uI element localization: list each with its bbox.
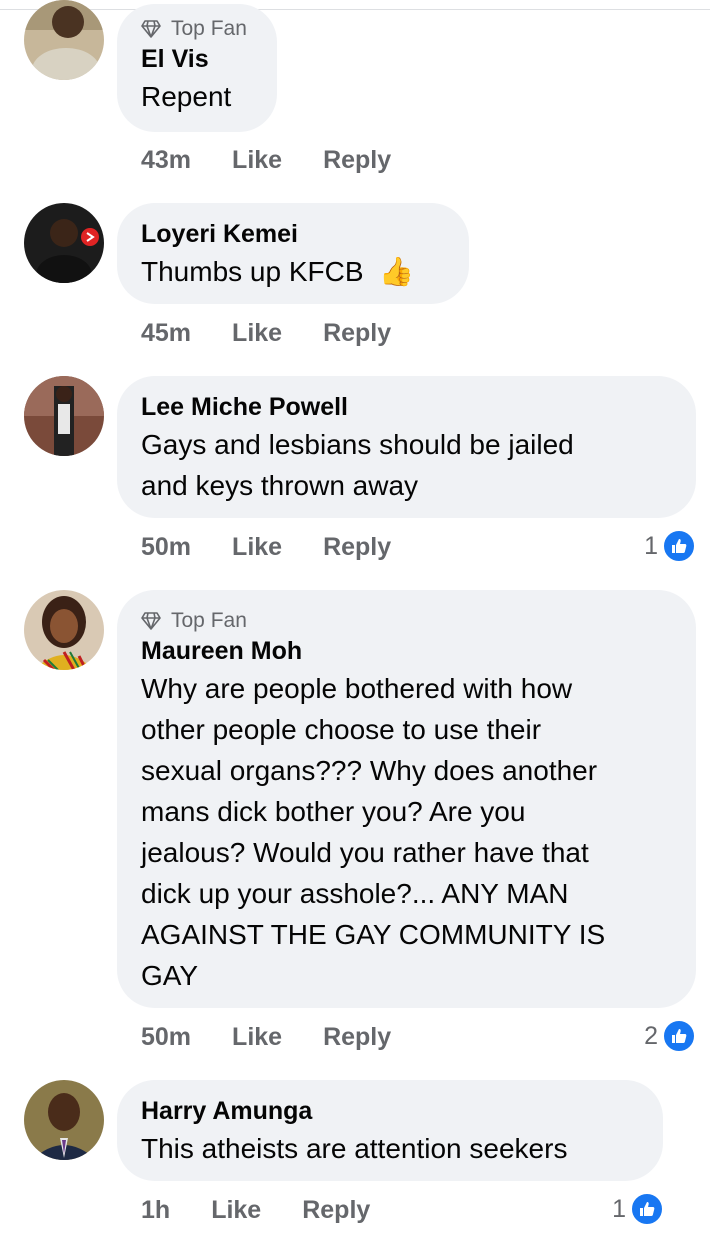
comment-actions: 45m Like Reply: [141, 319, 391, 348]
diamond-icon: [141, 612, 161, 630]
comment-text-line: Why are people bothered with how: [141, 673, 573, 704]
top-fan-badge: Top Fan: [141, 16, 253, 42]
avatar[interactable]: [24, 1080, 104, 1160]
reaction-summary[interactable]: 2: [644, 1019, 696, 1053]
diamond-icon: [141, 20, 161, 38]
reply-button[interactable]: Reply: [323, 1023, 391, 1052]
top-fan-badge: Top Fan: [141, 608, 672, 634]
comment-actions: 50m Like Reply: [141, 1023, 391, 1052]
comment-text-line: dick up your asshole?... ANY MAN: [141, 878, 569, 909]
comment-bubble: Lee Miche Powell Gays and lesbians shoul…: [117, 376, 696, 518]
comment-text-line: other people choose to use their: [141, 714, 542, 745]
like-button[interactable]: Like: [232, 533, 282, 562]
reply-button[interactable]: Reply: [323, 146, 391, 175]
avatar[interactable]: [24, 0, 104, 80]
avatar[interactable]: [24, 590, 104, 670]
author-name[interactable]: Harry Amunga: [141, 1094, 639, 1128]
like-button[interactable]: Like: [232, 146, 282, 175]
comment-text-line: AGAINST THE GAY COMMUNITY IS: [141, 919, 606, 950]
comment-text-line: sexual organs??? Why does another: [141, 755, 598, 786]
comment-text: Repent: [141, 81, 232, 112]
timestamp[interactable]: 1h: [141, 1196, 170, 1225]
reply-button[interactable]: Reply: [323, 533, 391, 562]
timestamp[interactable]: 50m: [141, 1023, 191, 1052]
like-button[interactable]: Like: [211, 1196, 261, 1225]
comment-text: This atheists are attention seekers: [141, 1133, 568, 1164]
comment-text-line: Gays and lesbians should be jailed: [141, 429, 574, 460]
reaction-count: 1: [644, 531, 658, 560]
like-thumb-icon: [662, 529, 696, 563]
comment-text-line: GAY: [141, 960, 199, 991]
reaction-summary[interactable]: 1: [612, 1192, 664, 1226]
badge-label: Top Fan: [171, 17, 247, 40]
reaction-summary[interactable]: 1: [644, 529, 696, 563]
comment-bubble: Loyeri Kemei Thumbs up KFCB 👍: [117, 203, 469, 304]
author-name[interactable]: El Vis: [141, 42, 253, 76]
avatar[interactable]: [24, 203, 104, 283]
comment-bubble: Top Fan Maureen Moh Why are people bothe…: [117, 590, 696, 1008]
timestamp[interactable]: 43m: [141, 146, 191, 175]
author-name[interactable]: Maureen Moh: [141, 634, 672, 668]
reply-button[interactable]: Reply: [302, 1196, 370, 1225]
comment-text-line: and keys thrown away: [141, 470, 419, 501]
reaction-count: 2: [644, 1021, 658, 1050]
comment-actions: 1h Like Reply: [141, 1196, 370, 1225]
avatar[interactable]: [24, 376, 104, 456]
comment-bubble: Top Fan El Vis Repent: [117, 4, 277, 132]
like-thumb-icon: [630, 1192, 664, 1226]
comment-text-line: jealous? Would you rather have that: [141, 837, 589, 868]
author-name[interactable]: Loyeri Kemei: [141, 217, 445, 251]
timestamp[interactable]: 45m: [141, 319, 191, 348]
top-divider: [0, 9, 710, 10]
comment-text-content: Thumbs up KFCB: [141, 256, 364, 287]
comment-text-line: mans dick bother you? Are you: [141, 796, 526, 827]
like-button[interactable]: Like: [232, 319, 282, 348]
thumbs-up-emoji: 👍: [379, 255, 415, 288]
comment-bubble: Harry Amunga This atheists are attention…: [117, 1080, 663, 1181]
comment-text: Thumbs up KFCB 👍: [141, 251, 445, 292]
reaction-count: 1: [612, 1194, 626, 1223]
like-button[interactable]: Like: [232, 1023, 282, 1052]
timestamp[interactable]: 50m: [141, 533, 191, 562]
reply-button[interactable]: Reply: [323, 319, 391, 348]
author-name[interactable]: Lee Miche Powell: [141, 390, 672, 424]
comment-actions: 50m Like Reply: [141, 533, 391, 562]
badge-label: Top Fan: [171, 609, 247, 632]
like-thumb-icon: [662, 1019, 696, 1053]
comment-actions: 43m Like Reply: [141, 146, 391, 175]
